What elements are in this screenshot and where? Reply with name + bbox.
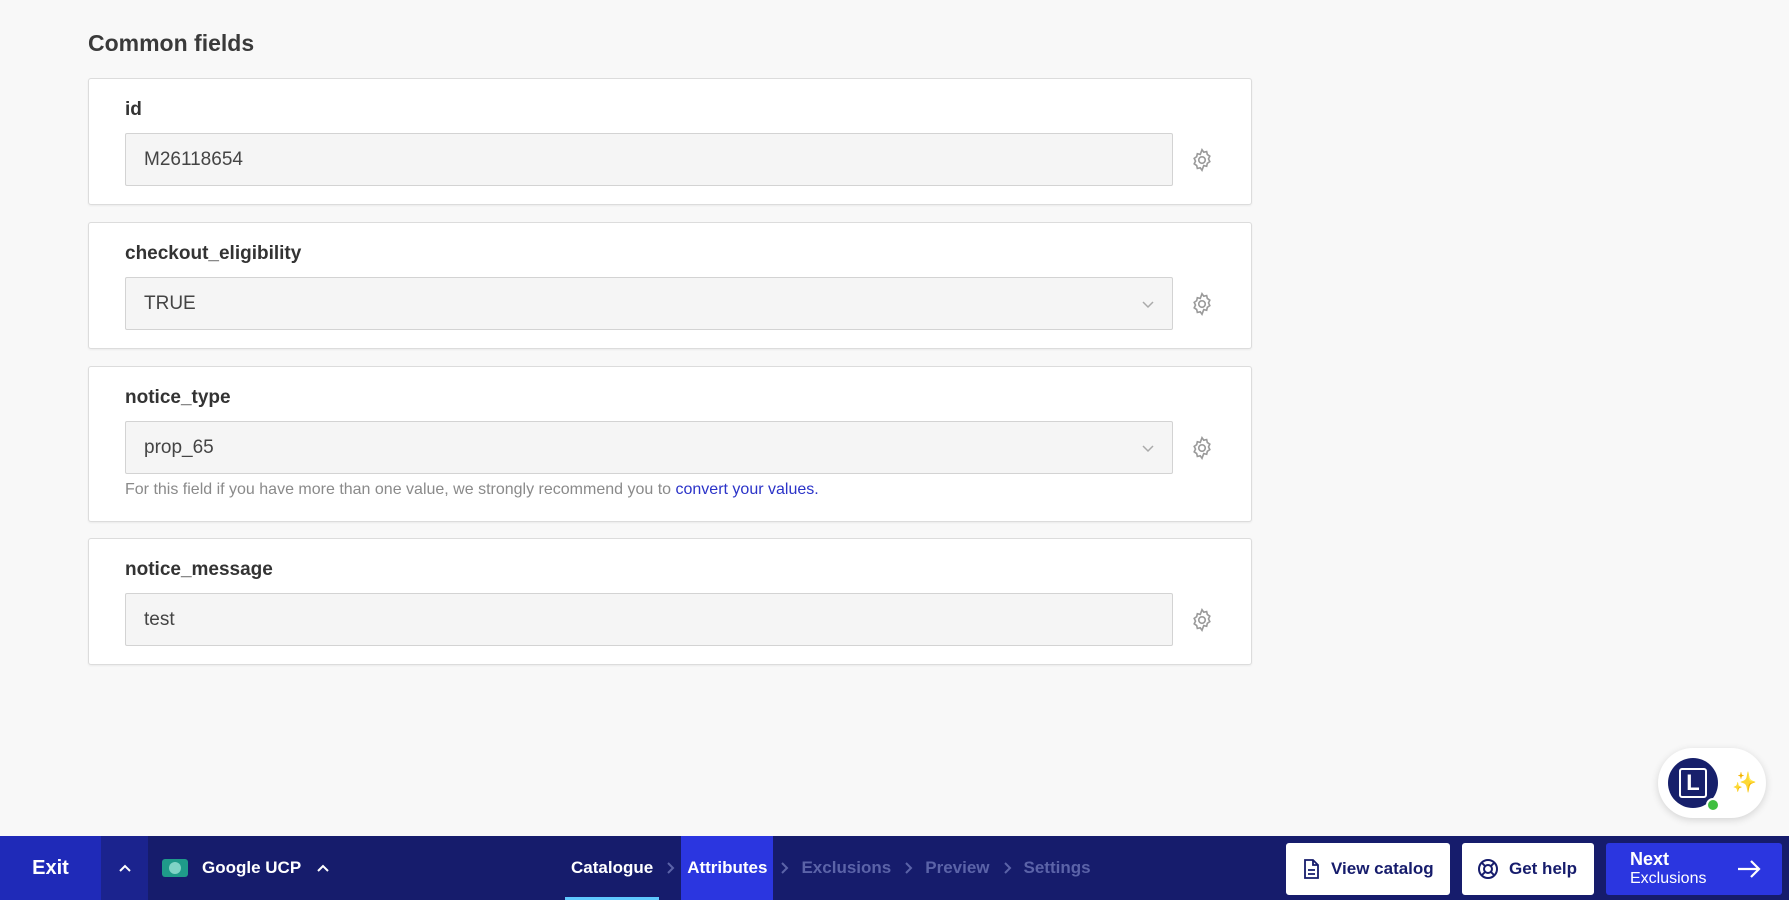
channel-label: Google UCP (202, 858, 302, 877)
chevron-right-icon (659, 861, 681, 875)
channel-flag-icon (162, 859, 188, 877)
bottom-bar: Exit Google UCP Catalogue Attributes Exc… (0, 836, 1789, 900)
id-input[interactable]: M26118654 (125, 133, 1173, 186)
gear-icon[interactable] (1189, 147, 1215, 173)
step-attributes[interactable]: Attributes (681, 836, 774, 900)
stepper: Catalogue Attributes Exclusions Preview … (565, 836, 1097, 900)
exit-button[interactable]: Exit (0, 836, 101, 900)
gear-icon[interactable] (1189, 291, 1215, 317)
step-exclusions[interactable]: Exclusions (795, 836, 897, 900)
assistant-launcher[interactable]: L ✨ (1658, 748, 1766, 818)
field-label: notice_type (125, 387, 231, 408)
notice-type-select[interactable]: prop_65 (125, 421, 1173, 474)
field-label: checkout_eligibility (125, 243, 302, 264)
notice-message-value: test (144, 608, 175, 630)
hint-text: For this field if you have more than one… (125, 481, 676, 498)
view-catalog-button[interactable]: View catalog (1286, 843, 1450, 895)
chevron-right-icon (897, 861, 919, 875)
notice-type-value: prop_65 (144, 436, 214, 458)
next-button[interactable]: Next Exclusions (1606, 843, 1782, 895)
view-catalog-label: View catalog (1331, 859, 1434, 878)
field-label: notice_message (125, 559, 273, 580)
next-step-label: Exclusions (1630, 870, 1707, 887)
assistant-avatar-letter: L (1679, 768, 1707, 798)
sparkles-icon: ✨ (1732, 772, 1757, 794)
section-title: Common fields (88, 30, 255, 56)
field-card-notice-message: notice_message test (88, 538, 1252, 665)
next-label: Next (1630, 849, 1670, 869)
step-preview[interactable]: Preview (919, 836, 995, 900)
chevron-down-icon (1142, 301, 1154, 309)
notice-message-input[interactable]: test (125, 593, 1173, 646)
chevron-right-icon (996, 861, 1018, 875)
field-card-checkout-eligibility: checkout_eligibility TRUE (88, 222, 1252, 349)
arrow-right-icon (1738, 860, 1761, 878)
checkout-eligibility-value: TRUE (144, 292, 196, 314)
checkout-eligibility-select[interactable]: TRUE (125, 277, 1173, 330)
get-help-label: Get help (1509, 859, 1578, 878)
step-settings[interactable]: Settings (1018, 836, 1097, 900)
field-card-id: id M26118654 (88, 78, 1252, 205)
document-icon (1304, 859, 1319, 879)
channel-selector[interactable]: Google UCP (162, 836, 331, 900)
id-value: M26118654 (144, 148, 243, 170)
field-label: id (125, 99, 142, 120)
gear-icon[interactable] (1189, 435, 1215, 461)
get-help-button[interactable]: Get help (1462, 843, 1594, 895)
field-card-notice-type: notice_type prop_65 For this field if yo… (88, 366, 1252, 522)
field-hint: For this field if you have more than one… (125, 481, 819, 499)
chevron-up-icon (118, 864, 131, 872)
expand-button[interactable] (101, 836, 148, 900)
gear-icon[interactable] (1189, 607, 1215, 633)
chevron-right-icon (773, 861, 795, 875)
chevron-up-icon (317, 864, 329, 872)
lifebuoy-icon (1478, 859, 1498, 879)
step-catalogue[interactable]: Catalogue (565, 836, 660, 900)
online-status-dot (1706, 798, 1720, 812)
convert-values-link[interactable]: convert your values. (676, 481, 819, 498)
chevron-down-icon (1142, 445, 1154, 453)
